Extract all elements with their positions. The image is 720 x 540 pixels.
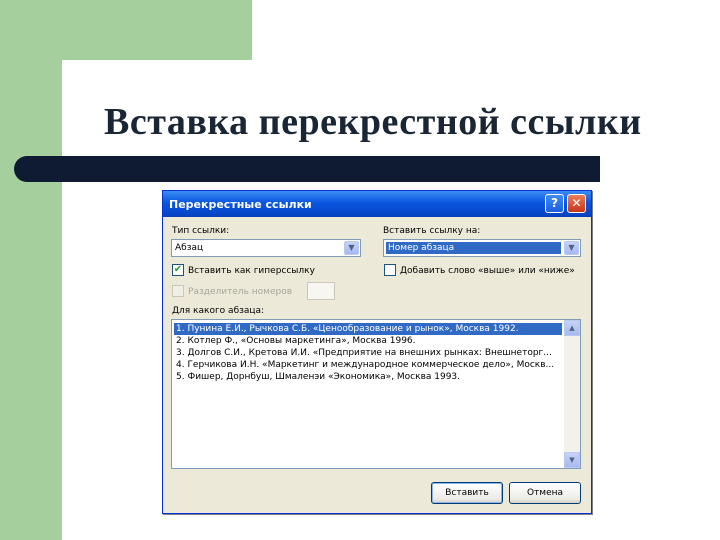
list-item[interactable]: 1. Пунина Е.И., Рычкова С.Б. «Ценообразо… xyxy=(174,323,562,335)
insert-as-hyperlink-checkbox[interactable]: ✔ xyxy=(172,264,184,276)
insert-button[interactable]: Вставить xyxy=(431,482,503,504)
link-type-label: Тип ссылки: xyxy=(172,226,230,236)
slide-green-top-block xyxy=(0,0,252,60)
list-item[interactable]: 5. Фишер, Дорнбуш, Шмаленэи «Экономика»,… xyxy=(174,371,562,383)
insert-link-select[interactable]: Номер абзаца ▼ xyxy=(383,239,581,257)
paragraph-listbox[interactable]: 1. Пунина Е.И., Рычкова С.Б. «Ценообразо… xyxy=(171,319,581,469)
number-separator-label: Разделитель номеров xyxy=(188,287,293,297)
insert-as-hyperlink-label[interactable]: Вставить как гиперссылку xyxy=(188,266,315,276)
scroll-up-icon[interactable]: ▲ xyxy=(564,320,580,336)
list-item[interactable]: 3. Долгов С.И., Кретова И.И. «Предприяти… xyxy=(174,347,562,359)
slide-title-underline-bar xyxy=(14,156,600,182)
link-type-value: Абзац xyxy=(175,243,204,253)
link-type-select[interactable]: Абзац ▼ xyxy=(171,239,361,257)
add-above-below-checkbox[interactable] xyxy=(384,264,396,276)
cross-reference-dialog: Перекрестные ссылки ? ✕ Тип ссылки: Абза… xyxy=(162,190,592,514)
slide-green-left-block xyxy=(0,60,62,540)
dialog-titlebar[interactable]: Перекрестные ссылки ? ✕ xyxy=(163,191,591,217)
chevron-down-icon[interactable]: ▼ xyxy=(344,241,359,255)
list-item[interactable]: 4. Герчикова И.Н. «Маркетинг и междунаро… xyxy=(174,359,562,371)
add-above-below-label[interactable]: Добавить слово «выше» или «ниже» xyxy=(400,266,575,276)
list-scrollbar[interactable]: ▲ ▼ xyxy=(564,320,580,468)
scroll-down-icon[interactable]: ▼ xyxy=(564,452,580,468)
cancel-button[interactable]: Отмена xyxy=(509,482,581,504)
close-button[interactable]: ✕ xyxy=(567,194,586,213)
chevron-down-icon[interactable]: ▼ xyxy=(564,241,579,255)
slide-title: Вставка перекрестной ссылки xyxy=(104,101,642,143)
dialog-title: Перекрестные ссылки xyxy=(169,198,312,211)
list-item[interactable]: 2. Котлер Ф., «Основы маркетинга», Москв… xyxy=(174,335,562,347)
insert-link-value: Номер абзаца xyxy=(386,242,561,254)
insert-link-label: Вставить ссылку на: xyxy=(383,226,481,236)
which-paragraph-label: Для какого абзаца: xyxy=(172,306,265,316)
number-separator-checkbox[interactable] xyxy=(172,285,184,297)
number-separator-input[interactable] xyxy=(307,282,335,300)
checkmark-icon: ✔ xyxy=(173,264,183,275)
help-button[interactable]: ? xyxy=(545,194,564,213)
